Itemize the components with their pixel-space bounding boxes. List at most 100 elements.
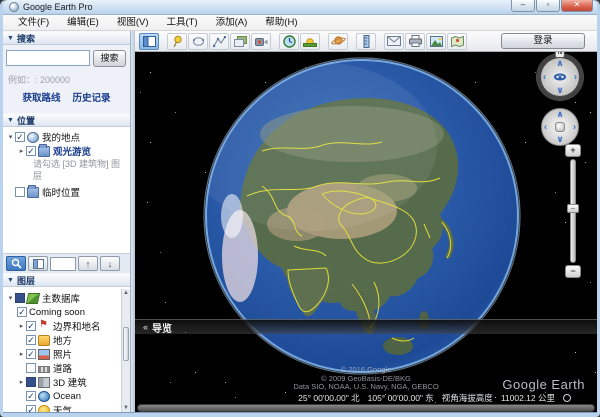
window-title: Google Earth Pro [23, 2, 93, 12]
layer-item[interactable]: ▸ 照片 [3, 347, 130, 361]
menu-view[interactable]: 视图(V) [108, 15, 158, 31]
expander-open-icon[interactable]: ▾ [6, 133, 15, 141]
planets-button[interactable] [328, 33, 348, 50]
add-placemark-button[interactable] [167, 33, 187, 50]
save-image-button[interactable] [426, 33, 446, 50]
zoom-track[interactable]: – [570, 159, 576, 263]
move-joystick[interactable]: ∧ ∨ ‹ › [541, 108, 579, 146]
checkbox[interactable] [26, 349, 36, 359]
layer-item-primary-database[interactable]: ▾ 主数据库 [3, 291, 130, 305]
checkbox[interactable] [26, 391, 36, 401]
email-button[interactable] [384, 33, 404, 50]
collapse-triangle-icon: ▼ [7, 35, 14, 42]
layer-item[interactable]: 地方 [3, 333, 130, 347]
zoom-thumb[interactable]: – [567, 204, 579, 213]
menu-edit[interactable]: 编辑(E) [58, 15, 108, 31]
scrollbar-thumb[interactable] [123, 327, 129, 361]
streaming-indicator-icon [563, 394, 571, 402]
ruler-icon [363, 35, 370, 48]
tree-item-temporary-places[interactable]: 临时位置 [3, 185, 130, 199]
expander-closed-icon[interactable]: ▸ [17, 147, 26, 155]
add-path-button[interactable] [209, 33, 229, 50]
expander-closed-icon[interactable]: ▸ [17, 350, 26, 358]
search-panel-header[interactable]: ▼ 搜索 [3, 31, 130, 45]
checkbox[interactable] [26, 321, 36, 331]
checkbox[interactable] [17, 307, 27, 317]
expand-chevron-icon[interactable]: « [143, 322, 148, 332]
menu-add[interactable]: 添加(A) [207, 15, 257, 31]
maximize-button[interactable]: ▫ [536, 0, 560, 12]
record-tour-icon [255, 36, 268, 47]
menu-help[interactable]: 帮助(H) [256, 15, 306, 31]
checkbox[interactable] [26, 405, 36, 412]
zoom-slider[interactable]: + – − [565, 144, 581, 282]
print-button[interactable] [405, 33, 425, 50]
checkbox-partial[interactable] [26, 377, 36, 387]
tree-item-my-places[interactable]: ▾ 我的地点 [3, 130, 130, 144]
view-in-google-maps-button[interactable] [447, 33, 467, 50]
zoom-in-button[interactable]: + [565, 144, 581, 157]
search-button[interactable]: 搜索 [93, 50, 126, 67]
expander-open-icon[interactable]: ▾ [6, 294, 15, 302]
layers-scrollbar[interactable]: ▲ ▼ [121, 289, 130, 412]
places-panel-header[interactable]: ▼ 位置 [3, 113, 130, 127]
look-joystick[interactable]: N ∧ ∨ ‹ › [537, 54, 583, 100]
search-panel: 搜索 例如：: 200000 获取路线 历史记录 [3, 45, 130, 113]
earth-viewport[interactable]: N ∧ ∨ ‹ › ∧ ∨ ‹ › + – [135, 52, 597, 412]
close-button[interactable]: ✕ [561, 0, 593, 12]
move-left-arrow-icon[interactable]: ‹ [544, 123, 547, 132]
look-right-arrow-icon[interactable]: › [574, 73, 577, 82]
checkbox[interactable] [15, 187, 25, 197]
sidebar-toggle-button[interactable] [139, 33, 159, 50]
search-input[interactable] [6, 50, 90, 66]
menu-file[interactable]: 文件(F) [9, 15, 58, 31]
sunlight-button[interactable] [300, 33, 320, 50]
sign-in-button[interactable]: 登录 [501, 33, 585, 49]
layer-item[interactable]: 天气 [3, 403, 130, 412]
folder-icon [27, 187, 39, 198]
scroll-up-icon[interactable]: ▲ [122, 290, 130, 296]
move-down-button[interactable]: ↓ [100, 256, 120, 271]
expander-closed-icon[interactable]: ▸ [17, 378, 26, 386]
look-left-arrow-icon[interactable]: ‹ [543, 73, 546, 82]
checkbox[interactable] [26, 363, 36, 373]
layer-item[interactable]: Ocean [3, 389, 130, 403]
zoom-out-button[interactable]: − [565, 265, 581, 278]
checkbox[interactable] [26, 335, 36, 345]
look-down-arrow-icon[interactable]: ∨ [556, 86, 563, 95]
places-filter-input[interactable] [50, 257, 76, 271]
move-up-arrow-icon[interactable]: ∧ [556, 110, 563, 119]
record-tour-button[interactable] [251, 33, 271, 50]
polygon-icon [192, 36, 205, 47]
places-view-toggle-button[interactable] [28, 256, 48, 271]
get-directions-link[interactable]: 获取路线 [22, 90, 60, 104]
eye-icon [554, 74, 566, 81]
expander-closed-icon[interactable]: ▸ [17, 322, 26, 330]
tree-item-sightseeing-tour[interactable]: ▸ 观光游览 [3, 144, 130, 158]
layer-item[interactable]: ▸ 3D 建筑 [3, 375, 130, 389]
layer-item[interactable]: 道路 [3, 361, 130, 375]
tour-guide-bar[interactable]: « 导览 [135, 319, 597, 334]
add-polygon-button[interactable] [188, 33, 208, 50]
add-image-overlay-button[interactable] [230, 33, 250, 50]
scroll-down-icon[interactable]: ▼ [122, 405, 130, 411]
layer-item[interactable]: Coming soon [3, 305, 130, 319]
panel-icon [33, 259, 44, 269]
ruler-button[interactable] [356, 33, 376, 50]
layers-panel-header[interactable]: ▼ 图层 [3, 273, 130, 287]
checkbox[interactable] [15, 132, 25, 142]
bottom-scrollbar[interactable] [137, 404, 595, 412]
move-up-button[interactable]: ↑ [78, 256, 98, 271]
checkbox-partial[interactable] [15, 293, 25, 303]
layer-item[interactable]: ▸ 边界和地名 [3, 319, 130, 333]
minimize-button[interactable]: – [511, 0, 535, 12]
checkbox[interactable] [26, 146, 36, 156]
move-down-arrow-icon[interactable]: ∨ [556, 135, 563, 144]
look-up-arrow-icon[interactable]: ∧ [556, 59, 563, 68]
history-link[interactable]: 历史记录 [73, 90, 111, 104]
menu-tools[interactable]: 工具(T) [157, 15, 206, 31]
historical-imagery-button[interactable] [279, 33, 299, 50]
title-bar[interactable]: Google Earth Pro – ▫ ✕ [3, 0, 597, 15]
move-right-arrow-icon[interactable]: › [573, 123, 576, 132]
search-places-button[interactable] [6, 256, 26, 271]
